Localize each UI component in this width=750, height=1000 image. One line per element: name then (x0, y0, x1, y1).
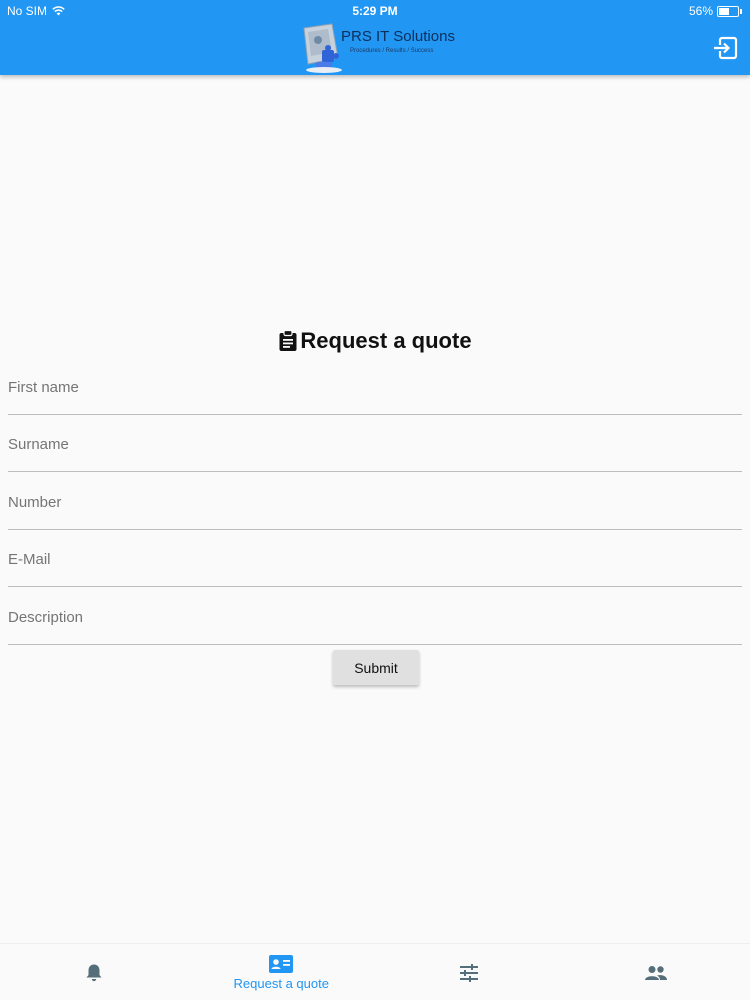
status-bar: No SIM 5:29 PM 56% (0, 4, 750, 18)
nav-label-request-quote: Request a quote (233, 976, 329, 991)
battery-status: 56% (689, 4, 742, 18)
bell-icon (86, 964, 102, 981)
main-content: Request a quote Submit (0, 75, 750, 943)
logo-subtitle: Procedures / Results / Success (350, 48, 434, 54)
bottom-navigation: Request a quote (0, 943, 750, 1000)
number-input[interactable] (8, 490, 742, 530)
page-title: Request a quote (300, 328, 472, 353)
submit-button[interactable]: Submit (333, 650, 419, 685)
status-time: 5:29 PM (352, 4, 398, 18)
nav-item-request-quote[interactable]: Request a quote (188, 944, 376, 1000)
nav-item-settings[interactable] (375, 944, 563, 1000)
clipboard-icon (279, 330, 297, 351)
nav-item-notifications[interactable] (0, 944, 188, 1000)
surname-input[interactable] (8, 432, 742, 472)
description-input[interactable] (8, 605, 742, 645)
form-heading: Request a quote (0, 328, 750, 354)
contact-card-icon (269, 955, 294, 973)
sliders-icon (459, 963, 478, 982)
people-icon (645, 965, 668, 980)
battery-icon (717, 5, 739, 17)
nav-item-people[interactable] (563, 944, 750, 1000)
logo-title: PRS IT Solutions (341, 28, 455, 45)
logout-icon (714, 36, 738, 60)
logout-button[interactable] (712, 36, 738, 60)
battery-tip (740, 8, 742, 14)
email-input[interactable] (8, 547, 742, 587)
battery-fill (719, 7, 730, 15)
battery-percent: 56% (688, 4, 713, 18)
app-bar: No SIM 5:29 PM 56% PRS IT Solutions Proc… (0, 0, 750, 75)
first-name-input[interactable] (8, 375, 742, 415)
app-logo: PRS IT Solutions Procedures / Results / … (298, 22, 458, 74)
